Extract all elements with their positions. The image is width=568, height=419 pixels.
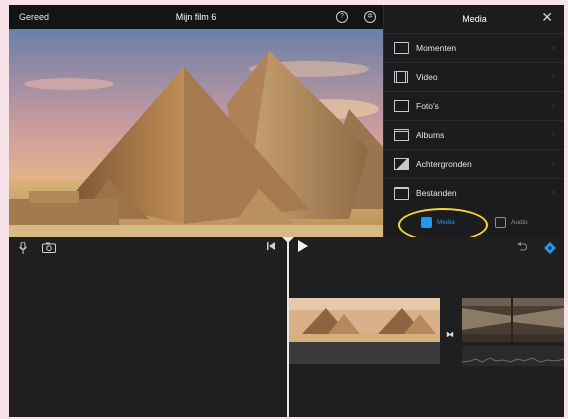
media-item-fotos[interactable]: Foto's › [384,91,564,120]
moments-icon [394,42,409,54]
play-icon[interactable] [298,240,308,256]
waveform-graphic [462,357,564,363]
film-icon [394,71,408,83]
clip-audio-track [288,342,440,364]
pyramids-image [9,29,383,237]
panel-title: Media [462,14,487,24]
media-panel-header: Media ✕ [384,5,564,33]
audio-tab-icon [495,217,506,228]
folder-icon [394,187,409,200]
playhead-marker [282,237,294,243]
media-audio-tabs: Media Audio [384,205,564,242]
media-item-label: Bestanden [416,188,457,198]
project-title: Mijn film 6 [175,12,217,22]
close-icon[interactable]: ✕ [541,10,553,24]
media-item-albums[interactable]: Albums › [384,120,564,149]
backgrounds-icon [394,158,409,170]
camera-icon[interactable] [42,242,56,257]
chevron-right-icon: › [552,71,555,81]
project-settings-icon[interactable] [544,242,556,258]
media-item-achtergronden[interactable]: Achtergronden › [384,149,564,178]
clip-thumbnail [462,298,564,342]
media-item-label: Achtergronden [416,159,472,169]
playhead[interactable] [287,237,289,417]
chevron-right-icon: › [552,42,555,52]
media-item-label: Momenten [416,43,457,53]
undo-icon[interactable] [517,242,528,256]
media-item-momenten[interactable]: Momenten › [384,33,564,62]
media-item-label: Video [416,72,438,82]
clip-thumbnail [288,298,440,342]
chevron-right-icon: › [552,187,555,197]
microphone-icon[interactable] [19,241,27,258]
imovie-window: Gereed Mijn film 6 ? ✲ Media ✕ Momenten … [9,5,564,417]
album-icon [394,129,409,141]
video-clip-interior[interactable] [462,298,564,342]
tab-audio-label: Audio [511,219,528,226]
media-item-label: Albums [416,130,445,140]
media-panel: Media ✕ Momenten › Video › Foto's › Albu… [383,5,564,242]
audio-waveform [462,346,564,366]
question-circle-icon[interactable]: ? [336,11,348,23]
skip-to-start-icon[interactable] [267,242,275,254]
top-bar: Gereed Mijn film 6 ? ✲ [9,5,383,29]
photo-icon [394,100,409,112]
chevron-right-icon: › [552,158,555,168]
media-item-label: Foto's [416,101,439,111]
chevron-right-icon: › [552,100,555,110]
video-clip-pyramids[interactable] [288,298,440,342]
transition-icon[interactable]: ⧓ [443,328,457,342]
video-preview[interactable] [9,29,383,237]
media-item-bestanden[interactable]: Bestanden › [384,178,564,207]
media-item-video[interactable]: Video › [384,62,564,91]
chevron-right-icon: › [552,129,555,139]
gear-icon[interactable]: ✲ [364,11,376,23]
